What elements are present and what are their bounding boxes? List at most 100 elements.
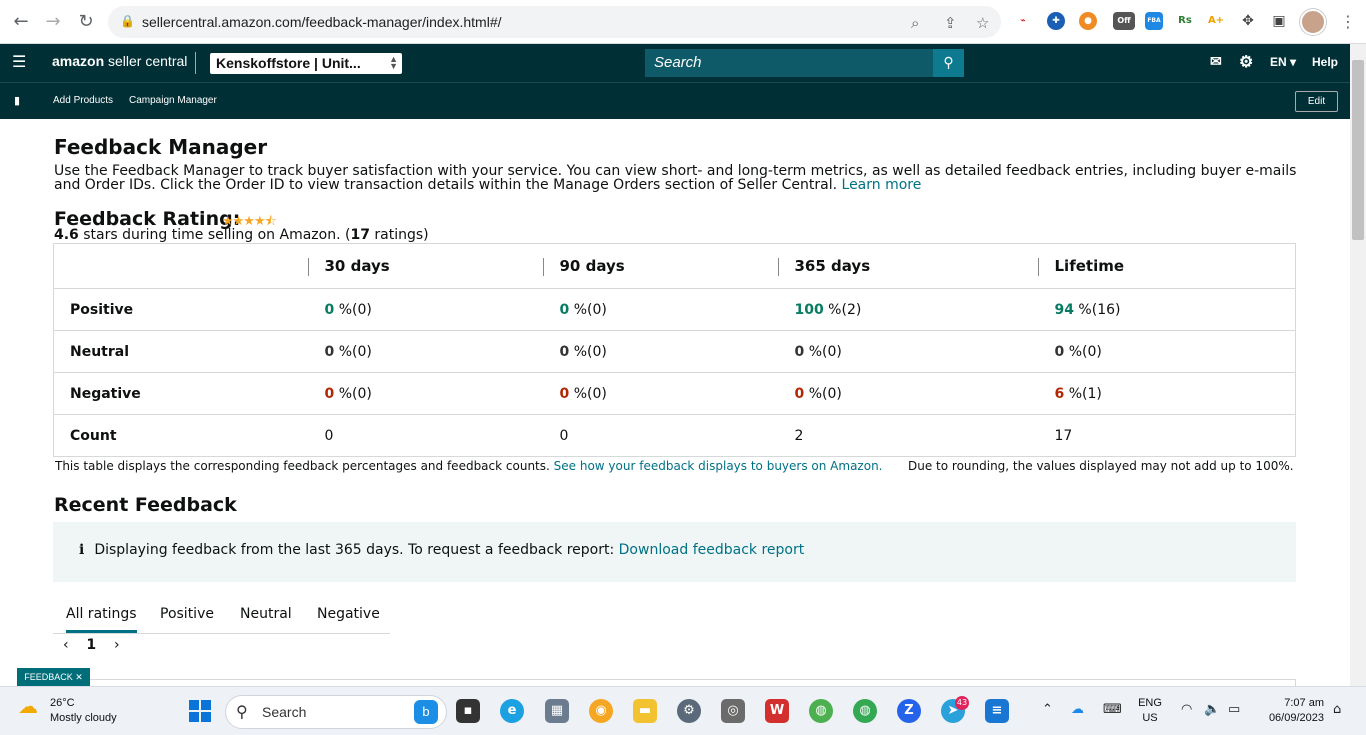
notes-icon[interactable]: ≡ — [985, 699, 1009, 723]
app-icon[interactable]: ◉ — [589, 699, 613, 723]
puzzle-icon[interactable]: ✥ — [1239, 12, 1257, 30]
learn-more-link[interactable]: Learn more — [842, 177, 922, 193]
cell-count: %(1) — [1064, 385, 1102, 402]
bookmark-star-icon[interactable]: ☆ — [976, 14, 989, 32]
edge-icon[interactable]: e — [500, 699, 524, 723]
extension-icon[interactable]: ● — [1079, 12, 1097, 30]
keyboard-icon[interactable]: ⌨ — [1103, 702, 1122, 717]
cell-count: %(0) — [804, 385, 842, 402]
calculator-icon[interactable]: ▦ — [545, 699, 569, 723]
forward-icon[interactable]: → — [41, 10, 65, 34]
volume-icon[interactable]: 🔈 — [1204, 702, 1220, 717]
windows-start-icon[interactable] — [189, 700, 211, 722]
store-selector-label: Kenskoffstore | Unit... — [216, 55, 361, 71]
feedback-tab-button[interactable]: FEEDBACK ✕ — [17, 668, 90, 686]
zoom-icon[interactable]: ⌕ — [911, 14, 919, 32]
tab-all-ratings[interactable]: All ratings — [66, 606, 137, 633]
reload-icon[interactable]: ↻ — [74, 10, 98, 34]
mail-icon[interactable]: ✉ — [1210, 53, 1222, 70]
profile-avatar[interactable] — [1300, 9, 1326, 35]
address-bar[interactable]: 🔒 sellercentral.amazon.com/feedback-mana… — [108, 6, 1001, 38]
table-header: Lifetime — [1037, 243, 1296, 289]
onedrive-icon[interactable]: ☁ — [1071, 702, 1084, 717]
current-page[interactable]: 1 — [86, 637, 96, 653]
header-label: 90 days — [559, 257, 625, 275]
help-link[interactable]: Help — [1312, 55, 1338, 69]
clock[interactable]: 7:07 am 06/09/2023 — [1258, 696, 1324, 726]
buyer-display-link[interactable]: See how your feedback displays to buyers… — [554, 459, 883, 473]
settings-icon[interactable]: ⚙ — [677, 699, 701, 723]
table-cell: 17 — [1037, 414, 1296, 457]
rating-count: 17 — [350, 227, 370, 243]
download-report-link[interactable]: Download feedback report — [619, 542, 805, 558]
cell-percent: 0 — [324, 301, 335, 318]
extension-icon[interactable]: ⌁ — [1014, 12, 1032, 30]
search-icon: ⚲ — [236, 704, 248, 721]
share-icon[interactable]: ⇪ — [944, 14, 957, 32]
zoom-app-icon[interactable]: Z — [897, 699, 921, 723]
table-cell: 0 %(0) — [307, 330, 543, 373]
sidebar-icon[interactable]: ▣ — [1270, 12, 1288, 30]
battery-icon[interactable]: ▭ — [1228, 702, 1240, 717]
next-page-icon[interactable]: › — [114, 637, 120, 653]
notification-icon[interactable]: ⌂ — [1333, 702, 1341, 717]
search-button[interactable]: ⚲ — [933, 49, 964, 77]
wifi-icon[interactable]: ◠ — [1181, 702, 1192, 717]
wps-icon[interactable]: W — [765, 699, 789, 723]
back-icon[interactable]: ← — [9, 10, 33, 34]
campaign-manager-link[interactable]: Campaign Manager — [129, 95, 217, 106]
add-products-link[interactable]: Add Products — [53, 95, 113, 106]
extension-ascout-icon[interactable]: A+ — [1207, 12, 1225, 30]
extension-rs-icon[interactable]: Rs — [1176, 12, 1194, 30]
extension-fba-icon[interactable]: FBA — [1145, 12, 1163, 30]
table-cell: 0 %(0) — [542, 330, 778, 373]
tab-neutral[interactable]: Neutral — [240, 606, 292, 622]
row-label: Count — [53, 414, 308, 457]
page-title: Feedback Manager — [54, 135, 268, 159]
seller-central-logo[interactable]: amazon seller central — [52, 53, 187, 69]
info-alert: i Displaying feedback from the last 365 d… — [53, 522, 1296, 582]
chevron-up-icon[interactable]: ⌃ — [1042, 702, 1053, 717]
bookmark-icon[interactable]: ▮ — [14, 94, 20, 107]
gear-icon[interactable]: ⚙ — [1239, 52, 1253, 72]
extension-icon[interactable]: ✚ — [1047, 12, 1065, 30]
store-selector[interactable]: Kenskoffstore | Unit... ▲ ▼ — [210, 53, 402, 74]
hamburger-menu-icon[interactable]: ☰ — [12, 52, 26, 71]
cell-count: %(0) — [334, 385, 372, 402]
search-input[interactable]: Search — [645, 49, 933, 77]
cell-percent: 0 — [324, 343, 335, 360]
language-indicator[interactable]: ENG US — [1137, 696, 1163, 726]
temperature: 26°C — [50, 697, 75, 709]
edit-button[interactable]: Edit — [1295, 91, 1338, 112]
table-cell: 0 %(0) — [307, 288, 543, 331]
language-selector[interactable]: EN ▾ — [1270, 55, 1296, 69]
logo-text: seller central — [104, 53, 188, 69]
bing-icon[interactable]: b — [414, 700, 438, 724]
camera-icon[interactable]: ◎ — [721, 699, 745, 723]
cloud-sun-icon: ☁ — [18, 696, 38, 718]
cell-count: 0 — [559, 427, 569, 444]
chrome-icon[interactable]: ◍ — [809, 699, 833, 723]
prev-page-icon[interactable]: ‹ — [63, 637, 69, 653]
recent-feedback-title: Recent Feedback — [54, 494, 237, 516]
telegram-badge: 43 — [955, 696, 969, 710]
kebab-menu-icon[interactable]: ⋮ — [1340, 12, 1356, 31]
page-scrollbar[interactable] — [1350, 44, 1366, 686]
rating-summary: 4.6 stars during time selling on Amazon.… — [54, 227, 429, 243]
tab-positive[interactable]: Positive — [160, 606, 214, 622]
time: 7:07 am — [1284, 697, 1324, 709]
cell-count: 2 — [794, 427, 804, 444]
extension-off-icon[interactable]: Off — [1113, 12, 1135, 30]
table-row: Count 0 0 2 17 — [53, 414, 1296, 457]
cell-count: %(0) — [1064, 343, 1102, 360]
taskbar-search[interactable]: ⚲ Search b — [225, 695, 447, 729]
task-view-icon[interactable]: ▪ — [456, 699, 480, 723]
cell-count: %(2) — [823, 301, 862, 318]
cell-percent: 0 — [559, 343, 570, 360]
cell-percent: 0 — [1054, 343, 1065, 360]
chrome-profile-icon[interactable]: ◍ — [853, 699, 877, 723]
file-explorer-icon[interactable]: ▬ — [633, 699, 657, 723]
tab-negative[interactable]: Negative — [317, 606, 380, 622]
scrollbar-thumb[interactable] — [1352, 60, 1364, 240]
table-header-empty — [53, 243, 308, 289]
